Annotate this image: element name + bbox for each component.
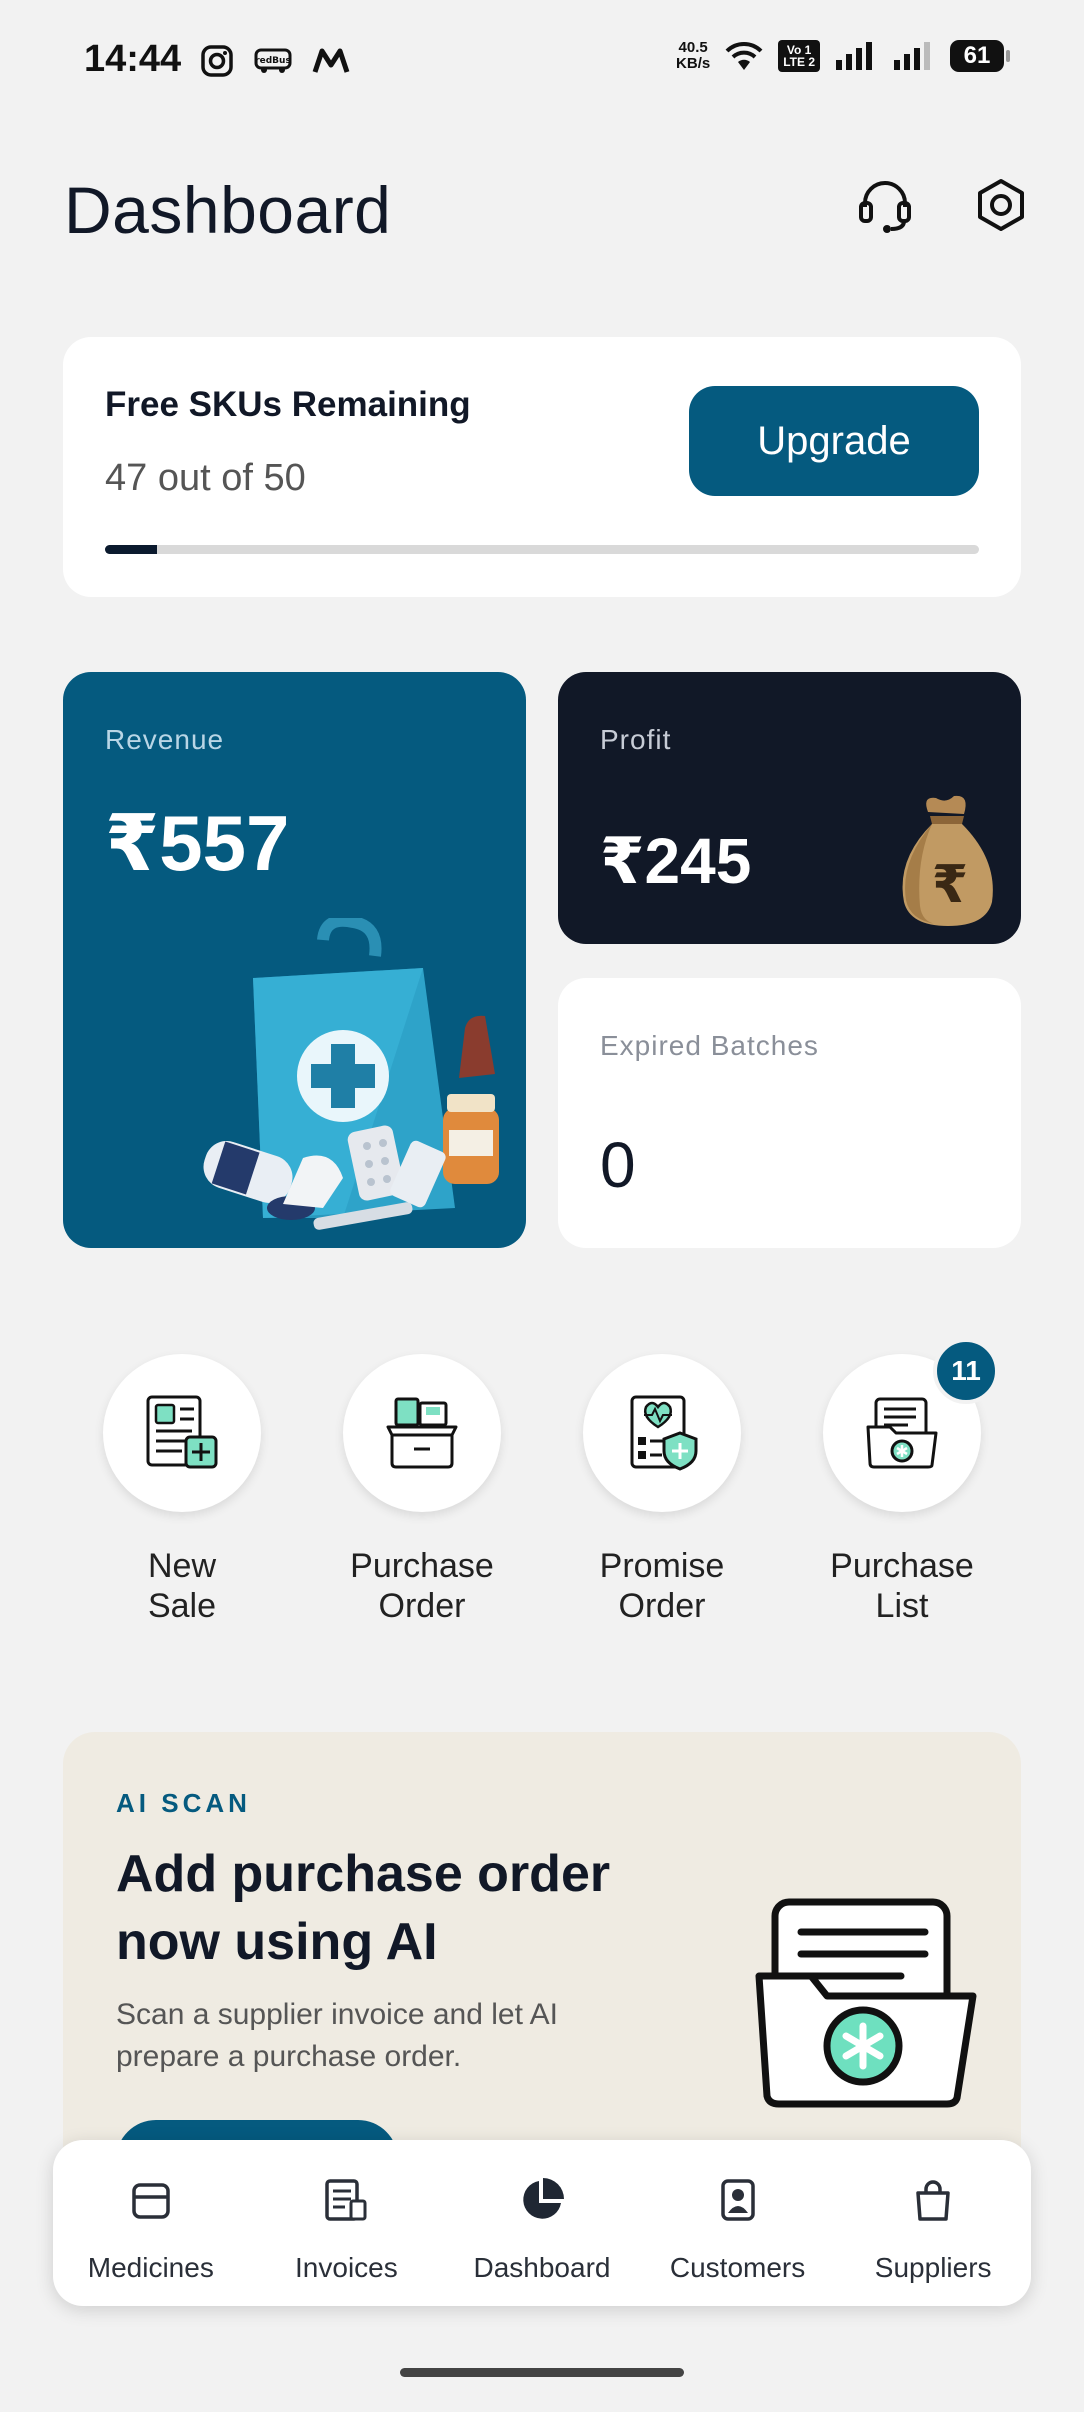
sku-progress-bar — [105, 545, 979, 554]
redbus-icon: redBus — [254, 48, 292, 73]
nav-item-suppliers[interactable]: Suppliers — [835, 2140, 1031, 2306]
signal-icon — [836, 42, 872, 70]
nav-item-dashboard[interactable]: Dashboard — [444, 2140, 640, 2306]
invoice-icon — [146, 1395, 218, 1469]
sku-progress-fill — [105, 545, 158, 554]
headset-icon — [859, 181, 911, 233]
nav-label-medicines: Medicines — [87, 2252, 214, 2283]
support-button[interactable] — [852, 172, 918, 238]
new-sale-button[interactable]: New Sale — [62, 1354, 302, 1626]
new-sale-icon-circle[interactable] — [103, 1354, 261, 1512]
promise-order-button[interactable]: Promise Order — [542, 1354, 782, 1626]
bottom-navigation: Medicines Invoices Dashboard Customers S… — [53, 2140, 1031, 2306]
settings-icon — [978, 179, 1024, 231]
box-icon — [386, 1397, 458, 1469]
profit-card[interactable]: Profit ₹245 ₹ — [558, 672, 1021, 944]
contact-icon — [720, 2179, 755, 2221]
m-app-icon — [312, 48, 350, 73]
nav-label-customers: Customers — [669, 2252, 806, 2283]
pie-chart-icon — [523, 2178, 564, 2219]
settings-button[interactable] — [968, 172, 1034, 238]
revenue-value: ₹557 — [105, 799, 290, 887]
purchase-order-button[interactable]: Purchase Order — [302, 1354, 542, 1626]
expired-label: Expired Batches — [600, 1030, 819, 1061]
svg-text:₹: ₹ — [932, 855, 968, 915]
purchase-order-icon-circle[interactable] — [343, 1354, 501, 1512]
clock: 14:44 — [84, 38, 182, 80]
page-title: Dashboard — [64, 173, 392, 247]
nav-label-suppliers: Suppliers — [874, 2252, 992, 2283]
ai-scan-banner[interactable]: AI SCAN Add purchase order now using AI … — [63, 1732, 1021, 2152]
signal-icon — [894, 42, 930, 70]
revenue-label: Revenue — [105, 724, 225, 755]
nav-item-invoices[interactable]: Invoices — [249, 2140, 445, 2306]
revenue-card[interactable]: Revenue ₹557 — [63, 672, 526, 1248]
sku-count: 47 out of 50 — [105, 457, 306, 499]
invoice-icon — [325, 2179, 367, 2221]
pharmacy-bag-illustration — [203, 918, 499, 1230]
instagram-icon — [201, 45, 233, 77]
sku-card: Free SKUs Remaining 47 out of 50 Upgrade — [63, 337, 1021, 597]
purchase-list-icon-circle[interactable]: 11 — [823, 1338, 999, 1512]
nav-item-medicines[interactable]: Medicines — [53, 2140, 249, 2306]
sku-label: Free SKUs Remaining — [105, 385, 471, 424]
profit-value: ₹245 — [600, 825, 752, 897]
shopping-bag-icon — [916, 2180, 950, 2221]
promise-order-label: Promise Order — [599, 1547, 725, 1625]
expired-batches-card[interactable]: Expired Batches 0 — [558, 978, 1021, 1248]
new-sale-label: New Sale — [147, 1547, 217, 1625]
svg-text:redBus: redBus — [255, 56, 291, 66]
ai-scan-tag: AI SCAN — [116, 1788, 251, 1818]
purchase-list-button[interactable]: 11 Purchase List — [782, 1338, 1022, 1626]
medicine-box-icon — [132, 2183, 170, 2219]
volte-badge: Vo 1 LTE 2 — [778, 40, 820, 72]
nav-label-invoices: Invoices — [295, 2252, 398, 2283]
status-bar: 14:44 redBus 40.5 KB/s Vo 1 LTE 2 61 — [0, 0, 1084, 124]
nav-item-customers[interactable]: Customers — [640, 2140, 836, 2306]
upgrade-button[interactable]: Upgrade — [689, 386, 979, 496]
money-bag-icon: ₹ — [902, 795, 993, 926]
nav-label-dashboard: Dashboard — [473, 2252, 611, 2283]
home-indicator[interactable] — [400, 2368, 684, 2377]
promise-order-icon-circle[interactable] — [583, 1354, 741, 1512]
expired-value: 0 — [600, 1129, 636, 1201]
net-speed: 40.5 KB/s — [676, 39, 711, 72]
ai-scan-description: Scan a supplier invoice and let AI prepa… — [116, 1998, 558, 2073]
health-report-icon — [630, 1395, 698, 1471]
wifi-icon — [725, 41, 763, 70]
profit-label: Profit — [600, 724, 672, 755]
folder-icon — [866, 1397, 938, 1469]
ai-scan-heading: Add purchase order now using AI — [116, 1845, 611, 1971]
purchase-list-label: Purchase List — [830, 1547, 974, 1625]
folder-medical-icon — [755, 1898, 977, 2108]
purchase-order-label: Purchase Order — [350, 1547, 494, 1625]
purchase-list-badge: 11 — [933, 1338, 999, 1404]
battery-icon: 61 — [950, 40, 1010, 72]
